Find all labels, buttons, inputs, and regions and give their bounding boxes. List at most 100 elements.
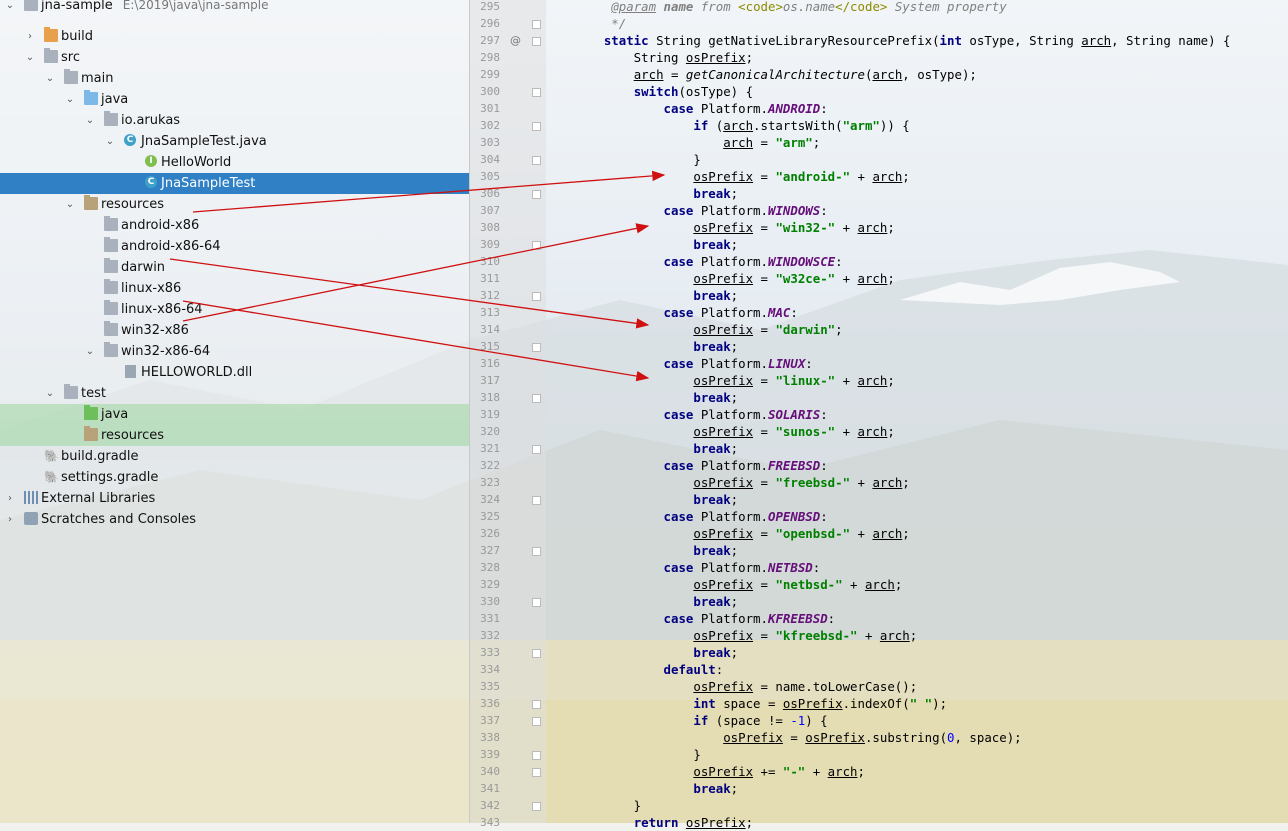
chevron-down-icon[interactable]: ⌄ bbox=[44, 383, 56, 404]
chevron-down-icon[interactable]: ⌄ bbox=[104, 131, 116, 152]
code-line[interactable]: if (arch.startsWith("arm")) { bbox=[574, 117, 909, 134]
code-line[interactable]: break; bbox=[574, 389, 738, 406]
code-line[interactable]: case Platform.WINDOWS: bbox=[574, 202, 828, 219]
code-line[interactable]: case Platform.ANDROID: bbox=[574, 100, 828, 117]
code-line[interactable]: default: bbox=[574, 661, 724, 678]
chevron-down-icon[interactable]: ⌄ bbox=[4, 0, 16, 16]
fold-marker-icon[interactable] bbox=[532, 768, 541, 777]
code-editor[interactable]: @param name from <code>os.name</code> Sy… bbox=[546, 0, 1288, 830]
tree-item-settings-gradle[interactable]: 🐘 settings.gradle bbox=[0, 467, 469, 488]
tree-item-build[interactable]: › build bbox=[0, 26, 469, 47]
tree-item-test-resources[interactable]: resources bbox=[0, 425, 469, 446]
code-line[interactable]: osPrefix += "-" + arch; bbox=[574, 763, 865, 780]
tree-item-helloworld[interactable]: I HelloWorld bbox=[0, 152, 469, 173]
code-line[interactable]: osPrefix = "android-" + arch; bbox=[574, 168, 909, 185]
fold-marker-icon[interactable] bbox=[532, 292, 541, 301]
tree-item-external-libraries[interactable]: › External Libraries bbox=[0, 488, 469, 509]
fold-marker-icon[interactable] bbox=[532, 598, 541, 607]
fold-marker-icon[interactable] bbox=[532, 394, 541, 403]
tree-item-src[interactable]: ⌄ src bbox=[0, 47, 469, 68]
fold-marker-icon[interactable] bbox=[532, 156, 541, 165]
code-line[interactable]: String osPrefix; bbox=[574, 49, 753, 66]
code-line[interactable]: break; bbox=[574, 780, 738, 797]
code-line[interactable]: osPrefix = "kfreebsd-" + arch; bbox=[574, 627, 917, 644]
tree-item-jnasampletest[interactable]: C JnaSampleTest bbox=[0, 173, 469, 194]
fold-marker-icon[interactable] bbox=[532, 445, 541, 454]
fold-marker-icon[interactable] bbox=[532, 802, 541, 811]
fold-marker-icon[interactable] bbox=[532, 37, 541, 46]
tree-item-scratches-and-consoles[interactable]: › Scratches and Consoles bbox=[0, 509, 469, 530]
tree-item-win32-x86[interactable]: win32-x86 bbox=[0, 320, 469, 341]
code-line[interactable]: osPrefix = "netbsd-" + arch; bbox=[574, 576, 902, 593]
code-line[interactable]: osPrefix = "darwin"; bbox=[574, 321, 842, 338]
chevron-right-icon[interactable]: › bbox=[24, 26, 36, 47]
code-line[interactable]: osPrefix = "linux-" + arch; bbox=[574, 372, 894, 389]
code-line[interactable]: case Platform.KFREEBSD: bbox=[574, 610, 836, 627]
code-line[interactable]: case Platform.WINDOWSCE: bbox=[574, 253, 843, 270]
code-line[interactable]: case Platform.OPENBSD: bbox=[574, 508, 828, 525]
code-line[interactable]: break; bbox=[574, 542, 738, 559]
chevron-down-icon[interactable]: ⌄ bbox=[64, 194, 76, 215]
tree-item-java[interactable]: ⌄ java bbox=[0, 89, 469, 110]
code-line[interactable]: } bbox=[574, 746, 700, 763]
tree-item-test[interactable]: ⌄ test bbox=[0, 383, 469, 404]
code-line[interactable]: if (space != -1) { bbox=[574, 712, 827, 729]
tree-item-jnasampletest-java[interactable]: ⌄ C JnaSampleTest.java bbox=[0, 131, 469, 152]
fold-marker-icon[interactable] bbox=[532, 547, 541, 556]
chevron-down-icon[interactable]: ⌄ bbox=[24, 47, 36, 68]
code-line[interactable]: break; bbox=[574, 236, 738, 253]
code-line[interactable]: @param name from <code>os.name</code> Sy… bbox=[574, 0, 1006, 15]
fold-marker-icon[interactable] bbox=[532, 700, 541, 709]
code-line[interactable]: static String getNativeLibraryResourcePr… bbox=[574, 32, 1231, 49]
code-line[interactable]: break; bbox=[574, 593, 738, 610]
chevron-down-icon[interactable]: ⌄ bbox=[64, 89, 76, 110]
tree-item-android-x86-64[interactable]: android-x86-64 bbox=[0, 236, 469, 257]
chevron-down-icon[interactable]: ⌄ bbox=[44, 68, 56, 89]
tree-item-test-java[interactable]: java bbox=[0, 404, 469, 425]
fold-marker-icon[interactable] bbox=[532, 496, 541, 505]
code-line[interactable]: osPrefix = name.toLowerCase(); bbox=[574, 678, 917, 695]
code-line[interactable]: } bbox=[574, 151, 700, 168]
chevron-right-icon[interactable]: › bbox=[4, 488, 16, 509]
fold-marker-icon[interactable] bbox=[532, 190, 541, 199]
code-line[interactable]: case Platform.FREEBSD: bbox=[574, 457, 828, 474]
code-line[interactable]: break; bbox=[574, 338, 738, 355]
tree-item-project-root[interactable]: ⌄ jna-sample E:\2019\java\jna-sample bbox=[0, 0, 469, 16]
annotation-marker-icon[interactable]: @ bbox=[510, 34, 521, 47]
tree-item-main[interactable]: ⌄ main bbox=[0, 68, 469, 89]
tree-item-io-arukas[interactable]: ⌄ io.arukas bbox=[0, 110, 469, 131]
code-line[interactable]: case Platform.MAC: bbox=[574, 304, 798, 321]
code-line[interactable]: osPrefix = "openbsd-" + arch; bbox=[574, 525, 909, 542]
tree-item-linux-x86[interactable]: linux-x86 bbox=[0, 278, 469, 299]
code-line[interactable]: int space = osPrefix.indexOf(" "); bbox=[574, 695, 947, 712]
tree-item-helloworld-dll[interactable]: HELLOWORLD.dll bbox=[0, 362, 469, 383]
code-line[interactable]: break; bbox=[574, 644, 738, 661]
chevron-right-icon[interactable]: › bbox=[4, 509, 16, 530]
code-line[interactable]: case Platform.NETBSD: bbox=[574, 559, 821, 576]
tree-item-win32-x86-64[interactable]: ⌄ win32-x86-64 bbox=[0, 341, 469, 362]
code-line[interactable]: arch = getCanonicalArchitecture(arch, os… bbox=[574, 66, 977, 83]
tree-item-darwin[interactable]: darwin bbox=[0, 257, 469, 278]
fold-marker-icon[interactable] bbox=[532, 649, 541, 658]
code-line[interactable]: break; bbox=[574, 491, 738, 508]
fold-marker-icon[interactable] bbox=[532, 20, 541, 29]
code-line[interactable]: break; bbox=[574, 185, 738, 202]
code-line[interactable]: osPrefix = "win32-" + arch; bbox=[574, 219, 894, 236]
fold-marker-icon[interactable] bbox=[532, 343, 541, 352]
fold-marker-icon[interactable] bbox=[532, 122, 541, 131]
chevron-down-icon[interactable]: ⌄ bbox=[84, 341, 96, 362]
code-line[interactable]: break; bbox=[574, 440, 738, 457]
code-line[interactable]: osPrefix = "w32ce-" + arch; bbox=[574, 270, 894, 287]
fold-marker-icon[interactable] bbox=[532, 751, 541, 760]
code-line[interactable]: } bbox=[574, 797, 641, 814]
tree-item-android-x86[interactable]: android-x86 bbox=[0, 215, 469, 236]
code-line[interactable]: */ bbox=[574, 15, 626, 32]
code-line[interactable]: case Platform.SOLARIS: bbox=[574, 406, 828, 423]
code-line[interactable]: case Platform.LINUX: bbox=[574, 355, 813, 372]
code-line[interactable]: osPrefix = osPrefix.substring(0, space); bbox=[574, 729, 1021, 746]
tree-item-build-gradle[interactable]: 🐘 build.gradle bbox=[0, 446, 469, 467]
code-line[interactable]: break; bbox=[574, 287, 738, 304]
chevron-down-icon[interactable]: ⌄ bbox=[84, 110, 96, 131]
code-line[interactable]: osPrefix = "sunos-" + arch; bbox=[574, 423, 894, 440]
code-line[interactable]: arch = "arm"; bbox=[574, 134, 820, 151]
